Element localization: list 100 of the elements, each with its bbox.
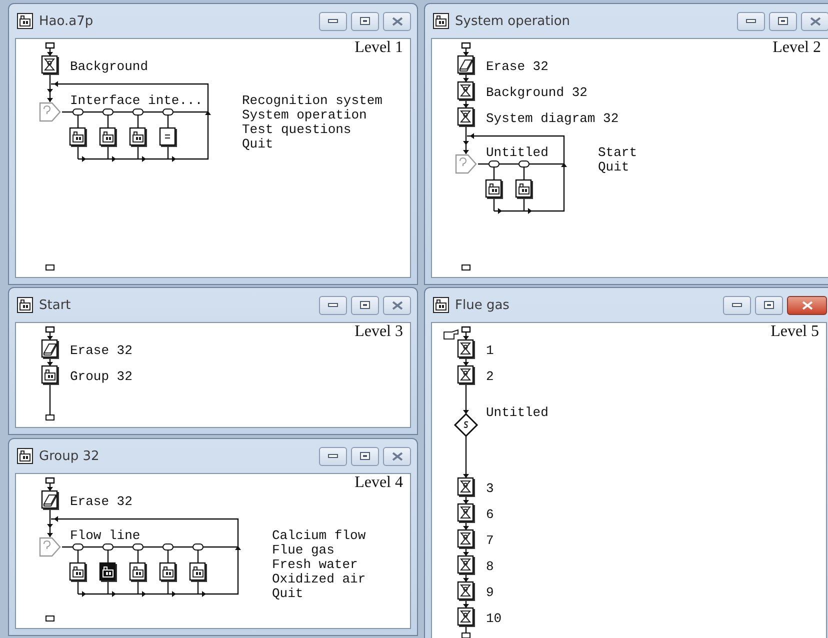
display-icon[interactable]	[457, 365, 475, 385]
group-icon[interactable]	[189, 562, 207, 582]
end-marker	[462, 264, 470, 270]
icon-title: Flow line	[70, 528, 140, 543]
maximize-button[interactable]	[755, 296, 783, 314]
response-label: Calcium flow	[272, 528, 366, 543]
close-button[interactable]	[787, 296, 827, 314]
close-button[interactable]	[383, 12, 411, 30]
response-label: System operation	[242, 108, 367, 122]
group-icon[interactable]	[99, 127, 117, 147]
response-label: Recognition system	[242, 93, 382, 108]
display-icon[interactable]	[457, 555, 475, 575]
minimize-button[interactable]	[737, 12, 765, 30]
eraser-icon[interactable]	[457, 55, 475, 75]
level-label: Level 4	[354, 474, 403, 492]
group-icon[interactable]	[129, 127, 147, 147]
icon-title: 3	[486, 481, 494, 496]
display-icon[interactable]	[457, 607, 475, 627]
close-button[interactable]	[801, 12, 828, 30]
group-icon[interactable]	[41, 365, 59, 385]
icon-title: 9	[486, 585, 494, 600]
icon-title: Group 32	[70, 369, 132, 384]
minimize-icon	[746, 19, 756, 23]
close-icon	[392, 452, 402, 460]
icon-title: 10	[486, 611, 502, 626]
icon-title: 6	[486, 507, 494, 522]
display-icon[interactable]	[41, 55, 59, 75]
icon-title: 8	[486, 559, 494, 574]
maximize-button[interactable]	[351, 296, 379, 314]
close-icon	[392, 300, 402, 310]
window-icon	[17, 448, 33, 464]
display-icon[interactable]	[457, 81, 475, 101]
icon-title: 2	[486, 369, 494, 384]
display-icon[interactable]	[457, 107, 475, 127]
close-button[interactable]	[383, 296, 411, 314]
minimize-button[interactable]	[319, 446, 347, 466]
maximize-icon	[360, 301, 370, 309]
end-marker	[46, 616, 54, 622]
maximize-button[interactable]	[351, 446, 379, 466]
maximize-icon	[764, 301, 774, 309]
group-icon[interactable]	[515, 179, 533, 199]
response-label: Test questions	[242, 122, 352, 137]
minimize-button[interactable]	[319, 12, 347, 30]
group-icon[interactable]	[69, 127, 87, 147]
maximize-button[interactable]	[351, 12, 379, 30]
response-label: Oxidized air	[272, 572, 366, 586]
level-label: Level 5	[770, 323, 819, 341]
icon-title: 1	[486, 343, 494, 358]
group-icon[interactable]	[69, 562, 87, 582]
display-icon[interactable]	[457, 477, 475, 497]
close-icon	[810, 16, 820, 26]
display-icon[interactable]	[457, 581, 475, 601]
end-marker	[46, 414, 54, 420]
question-icon[interactable]	[39, 537, 61, 557]
icon-title: Background 32	[486, 85, 588, 100]
minimize-button[interactable]	[319, 296, 347, 314]
minimize-button[interactable]	[723, 296, 751, 314]
question-icon[interactable]	[455, 154, 477, 174]
icon-title: Erase 32	[486, 59, 548, 74]
question-icon[interactable]	[39, 102, 61, 122]
response-label: Fresh water	[272, 557, 358, 572]
diamond-icon[interactable]	[454, 412, 478, 438]
level-label: Level 2	[772, 39, 821, 57]
icon-title: System diagram 32	[486, 111, 619, 126]
icon-title: Untitled	[486, 145, 548, 160]
window-title: Group 32	[39, 448, 100, 464]
response-label: Quit	[272, 586, 304, 601]
minimize-icon	[328, 19, 338, 23]
close-icon	[802, 300, 812, 310]
response-label: Start	[598, 145, 638, 160]
group-icon[interactable]	[485, 179, 503, 199]
window-icon	[17, 13, 33, 29]
group-icon[interactable]	[99, 562, 117, 582]
group-icon[interactable]	[129, 562, 147, 582]
window-title: Hao.a7p	[39, 14, 94, 28]
maximize-button[interactable]	[769, 12, 797, 30]
group-icon[interactable]	[159, 562, 177, 582]
icon-title: Erase 32	[70, 494, 132, 509]
display-icon[interactable]	[457, 503, 475, 523]
equals-icon[interactable]	[159, 127, 177, 147]
window-title: System operation	[455, 14, 570, 28]
display-icon[interactable]	[457, 529, 475, 549]
window-icon	[433, 13, 449, 29]
level-label: Level 1	[354, 39, 403, 57]
icon-title: Interface inte...	[70, 93, 203, 108]
level-label: Level 3	[354, 323, 403, 341]
response-label: Quit	[598, 160, 630, 174]
minimize-icon	[328, 454, 338, 458]
window-title: Start	[39, 298, 71, 312]
window-icon	[433, 297, 449, 313]
maximize-icon	[778, 17, 788, 25]
eraser-icon[interactable]	[41, 339, 59, 359]
display-icon[interactable]	[457, 339, 475, 359]
response-label: Quit	[242, 136, 274, 152]
close-button[interactable]	[383, 446, 411, 466]
eraser-icon[interactable]	[41, 490, 59, 510]
maximize-icon	[360, 452, 370, 460]
maximize-icon	[360, 17, 370, 25]
window-icon	[17, 297, 33, 313]
close-icon	[392, 16, 402, 26]
